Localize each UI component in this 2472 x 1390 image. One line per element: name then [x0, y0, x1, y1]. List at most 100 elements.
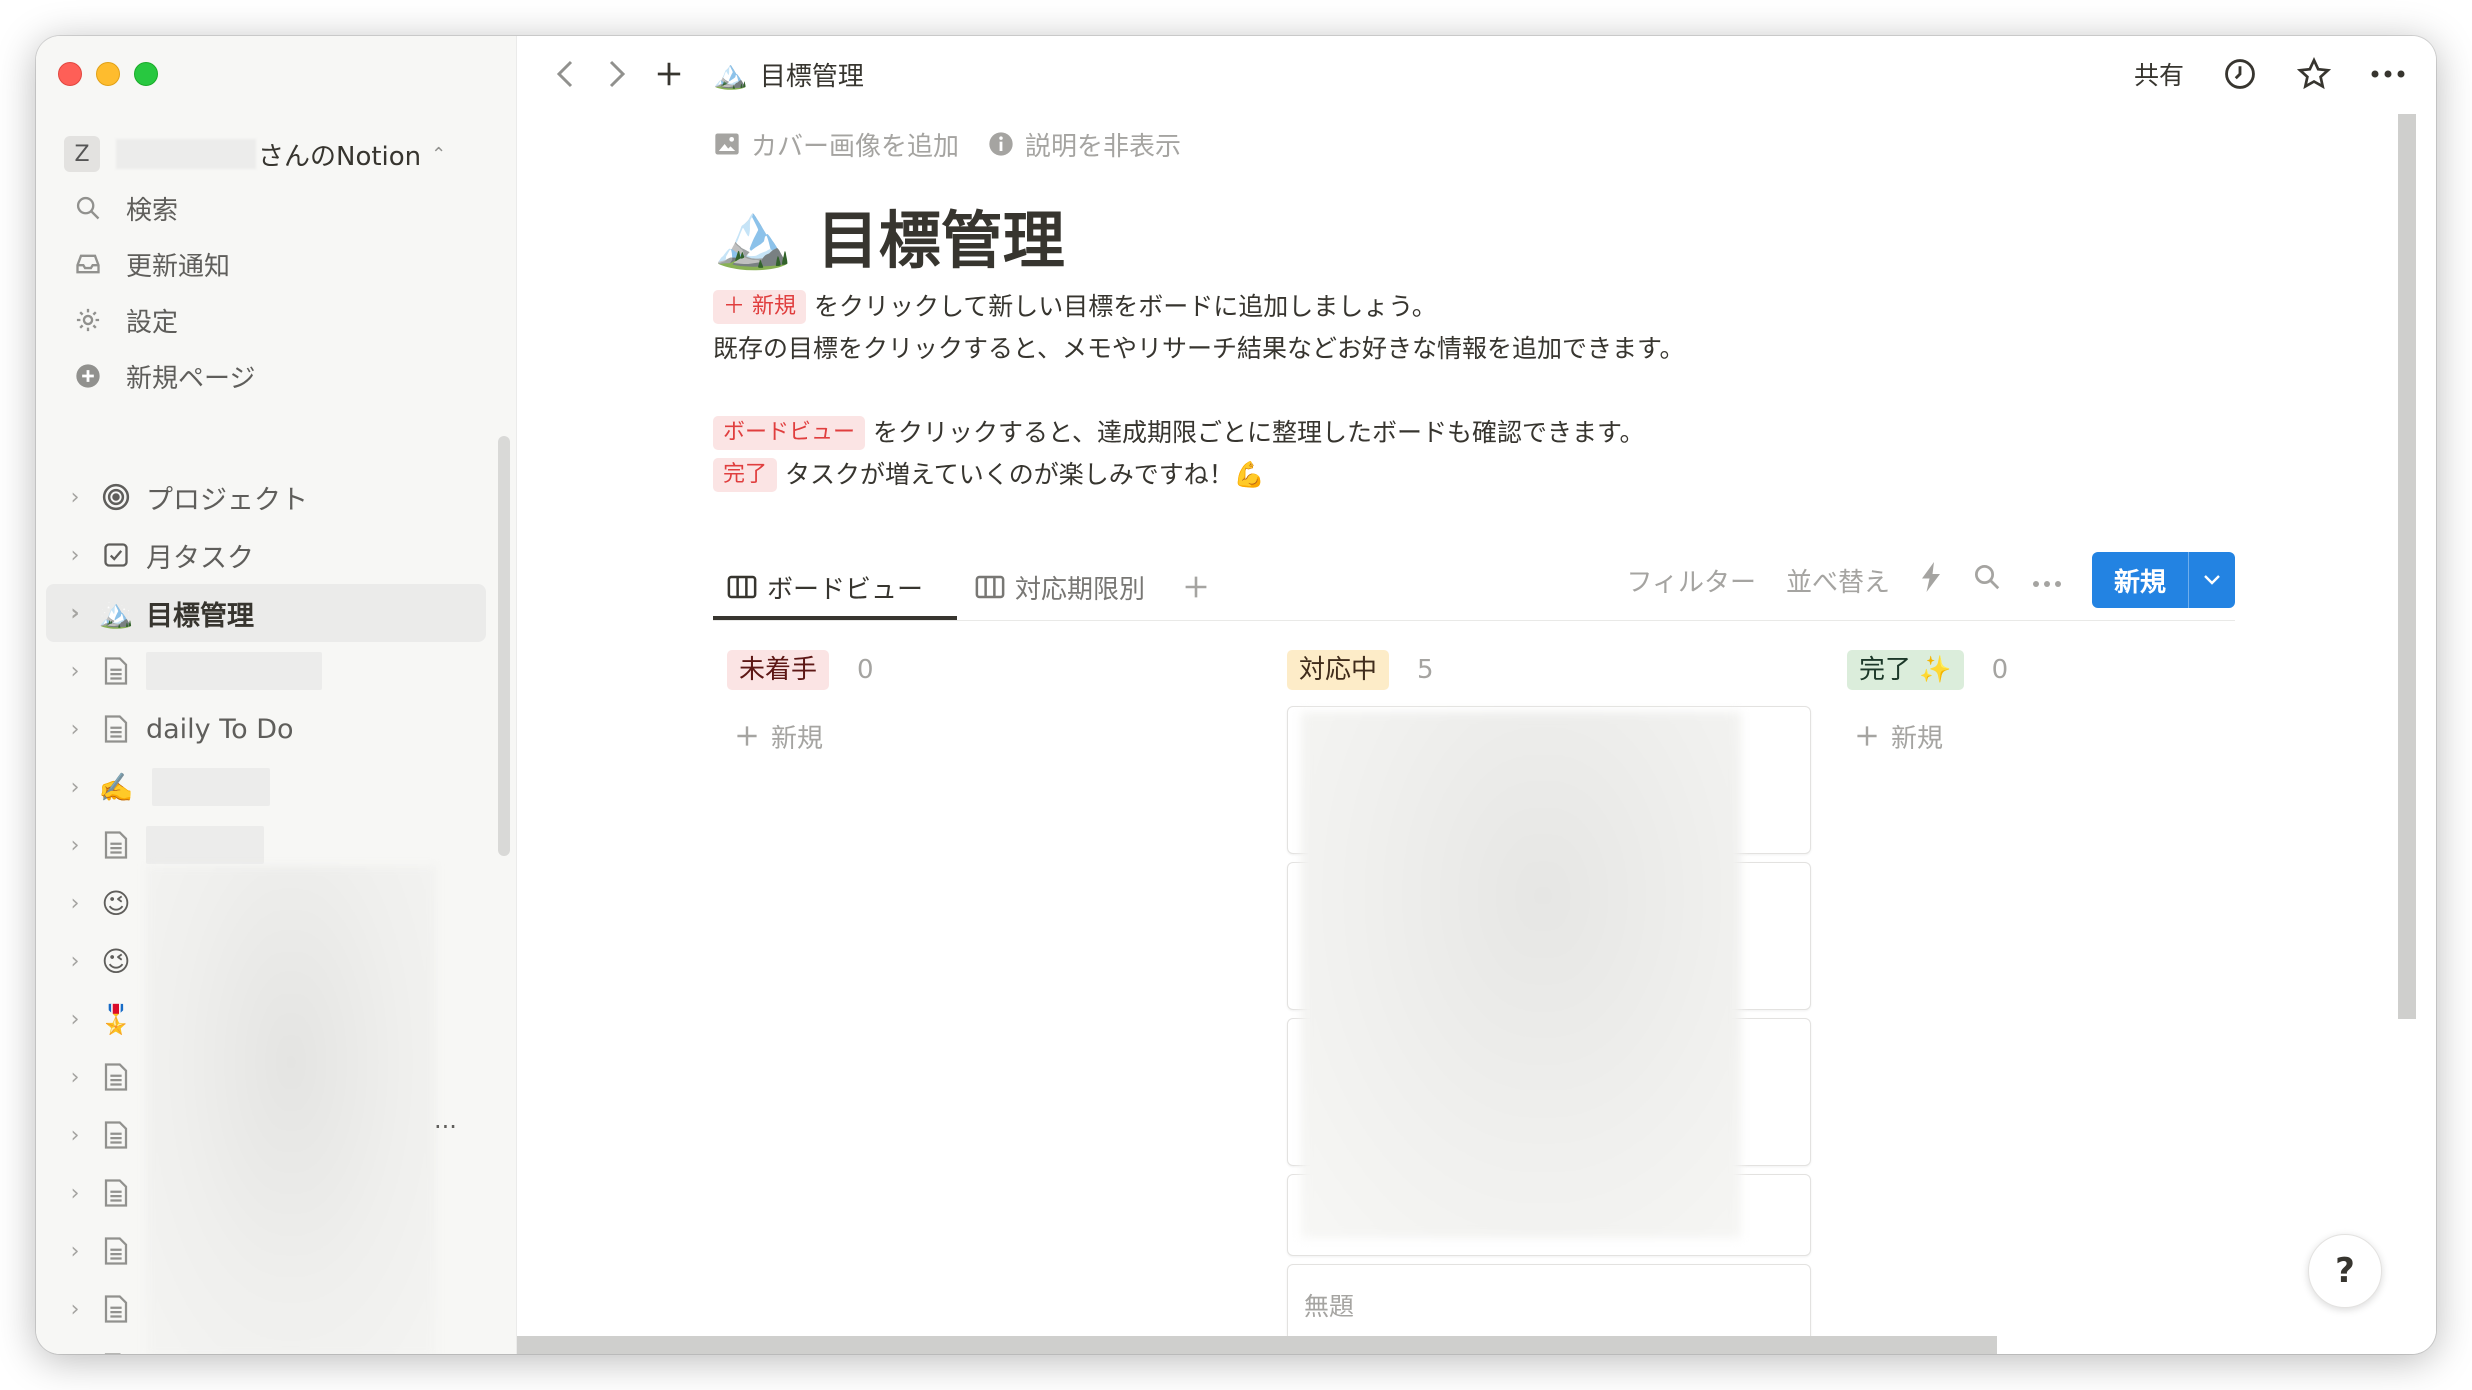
- sidebar-scrollbar[interactable]: [498, 436, 510, 856]
- window-controls: [58, 62, 158, 86]
- description-text: をクリックして新しい目標をボードに追加しましょう。: [814, 292, 1437, 321]
- page-icon: [96, 1115, 136, 1155]
- workspace-switcher[interactable]: Z さんのNotion ⌃: [64, 134, 446, 174]
- filter-button[interactable]: フィルター: [1626, 562, 1755, 599]
- tab-by-deadline[interactable]: 対応期限別: [975, 562, 1145, 612]
- chevron-right-icon[interactable]: ›: [60, 1123, 90, 1148]
- chevron-right-icon[interactable]: ›: [60, 949, 90, 974]
- page-icon: [96, 651, 136, 691]
- page-description: ＋ 新規 をクリックして新しい目標をボードに追加しましょう。 既存の目標をクリッ…: [713, 286, 2243, 496]
- sidebar-page-project[interactable]: › プロジェクト: [46, 468, 486, 526]
- column-count: 5: [1417, 655, 1434, 685]
- page-title-text[interactable]: 目標管理: [817, 190, 1065, 280]
- view-tabs: ボードビュー 対応期限別 フィルター 並べ替え 新規: [713, 552, 2235, 621]
- page-icon: [96, 1057, 136, 1097]
- winking-face-icon: 😉: [101, 886, 131, 920]
- sort-button[interactable]: 並べ替え: [1786, 562, 1890, 599]
- chevron-right-icon[interactable]: ›: [60, 891, 90, 916]
- chevron-right-icon[interactable]: ›: [60, 1181, 90, 1206]
- share-button[interactable]: 共有: [2134, 56, 2184, 92]
- automation-icon[interactable]: [1920, 561, 1942, 599]
- add-cover-button[interactable]: カバー画像を追加: [713, 126, 959, 163]
- chevron-right-icon[interactable]: ›: [60, 485, 90, 510]
- forward-button[interactable]: [603, 54, 631, 94]
- chevron-right-icon[interactable]: ›: [60, 1239, 90, 1264]
- sidebar-page-label: プロジェクト: [146, 484, 308, 516]
- zoom-window-button[interactable]: [134, 62, 158, 86]
- redacted-area: [1301, 712, 1741, 1238]
- workspace-name: さんのNotion: [258, 141, 422, 172]
- chevron-updown-icon: ⌃: [431, 143, 447, 165]
- page-title[interactable]: 🏔️ 目標管理: [713, 192, 2243, 278]
- minimize-window-button[interactable]: [96, 62, 120, 86]
- help-button[interactable]: ?: [2308, 1234, 2382, 1308]
- sidebar-item-updates[interactable]: 更新通知: [64, 236, 504, 292]
- close-window-button[interactable]: [58, 62, 82, 86]
- breadcrumb[interactable]: 🏔️ 目標管理: [713, 56, 864, 93]
- chevron-right-icon[interactable]: ›: [60, 1065, 90, 1090]
- search-icon[interactable]: [1972, 562, 2002, 599]
- chevron-right-icon[interactable]: ›: [60, 543, 90, 568]
- sidebar-page-label: 月タスク: [146, 542, 254, 574]
- chevron-down-icon[interactable]: [2188, 552, 2235, 608]
- hide-description-button[interactable]: 説明を非表示: [987, 126, 1181, 163]
- chevron-right-icon[interactable]: ›: [60, 833, 90, 858]
- navigation: 🏔️ 目標管理: [551, 54, 864, 94]
- chevron-right-icon[interactable]: ›: [60, 717, 90, 742]
- star-icon[interactable]: [2296, 54, 2332, 94]
- board-card-untitled[interactable]: 無題: [1287, 1264, 1811, 1346]
- description-text: タスクが増えていくのが楽しみですね！💪: [785, 460, 1265, 489]
- sidebar-page-daily-todo[interactable]: › daily To Do: [46, 700, 486, 758]
- more-icon[interactable]: [2370, 54, 2406, 94]
- chevron-right-icon[interactable]: ›: [60, 659, 90, 684]
- add-card-button[interactable]: 新規: [1847, 714, 2367, 758]
- hide-description-label: 説明を非表示: [1025, 131, 1182, 162]
- info-icon: [989, 132, 1013, 156]
- new-tab-button[interactable]: [655, 54, 683, 94]
- redacted-label: [152, 768, 270, 806]
- sidebar-item-new-page[interactable]: 新規ページ: [64, 348, 504, 404]
- sidebar-page-goals[interactable]: › 🏔️ 目標管理: [46, 584, 486, 642]
- redacted-area: [146, 866, 436, 1354]
- column-header[interactable]: 対応中 5: [1287, 648, 1807, 692]
- new-item-button[interactable]: 新規: [2091, 552, 2235, 608]
- chevron-right-icon[interactable]: ›: [60, 1297, 90, 1322]
- writing-hand-icon: ✍️: [98, 770, 134, 804]
- clock-icon[interactable]: [2222, 54, 2258, 94]
- sidebar-item-settings[interactable]: 設定: [64, 292, 504, 348]
- horizontal-scrollbar[interactable]: [517, 1336, 1997, 1354]
- status-badge: 対応中: [1287, 650, 1390, 690]
- more-icon[interactable]: [2032, 565, 2062, 595]
- chevron-right-icon[interactable]: ›: [60, 775, 90, 800]
- more-icon[interactable]: ...: [434, 1106, 457, 1134]
- page-icon: [96, 709, 136, 749]
- view-toolbar: フィルター 並べ替え 新規: [1626, 552, 2235, 608]
- add-card-button[interactable]: 新規: [727, 714, 1247, 758]
- chevron-right-icon[interactable]: ›: [60, 601, 90, 626]
- add-card-label: 新規: [771, 723, 824, 754]
- sidebar-item-label: 検索: [126, 195, 179, 226]
- workspace-avatar: Z: [64, 136, 100, 172]
- add-view-button[interactable]: [1183, 562, 1209, 612]
- sidebar-item-search[interactable]: 検索: [64, 180, 504, 236]
- tab-board-view[interactable]: ボードビュー: [727, 562, 923, 612]
- sidebar-page-label: 目標管理: [146, 600, 254, 632]
- back-button[interactable]: [551, 54, 579, 94]
- search-icon: [72, 192, 104, 224]
- sidebar-item-label: 設定: [126, 307, 179, 338]
- vertical-scrollbar[interactable]: [2398, 114, 2416, 1019]
- sidebar-page-writing[interactable]: › ✍️: [46, 758, 486, 816]
- mountain-icon[interactable]: 🏔️: [713, 198, 793, 273]
- redacted-label: [146, 652, 322, 690]
- new-button-label[interactable]: 新規: [2092, 552, 2188, 608]
- plus-icon: [1857, 726, 1877, 746]
- column-header[interactable]: 完了 ✨ 0: [1847, 648, 2367, 692]
- sidebar-item-label: 更新通知: [126, 251, 231, 282]
- sidebar-page-redacted[interactable]: ›: [46, 642, 486, 700]
- sidebar-page-monthly-tasks[interactable]: › 月タスク: [46, 526, 486, 584]
- chevron-right-icon[interactable]: ›: [60, 1007, 90, 1032]
- description-line: 完了 タスクが増えていくのが楽しみですね！💪: [713, 454, 2243, 496]
- column-header[interactable]: 未着手 0: [727, 648, 1247, 692]
- done-tag: 完了: [713, 458, 778, 492]
- status-badge: 完了 ✨: [1847, 650, 1964, 690]
